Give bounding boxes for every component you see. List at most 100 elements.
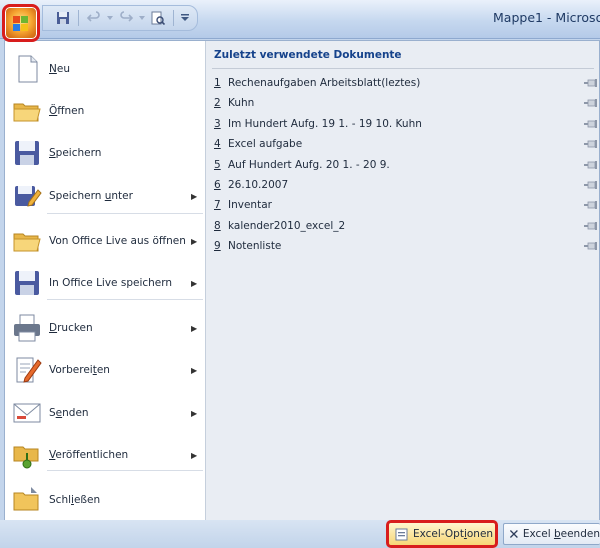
redo-icon[interactable] [116,8,136,28]
menu-item-label: Öffnen [49,105,85,117]
options-icon [395,528,408,541]
header-divider [212,68,594,69]
recent-document-item[interactable]: 3 Im Hundert Aufg. 19 1. - 19 10. Kuhn [214,115,598,135]
menu-separator [47,213,203,214]
menu-item-label: Senden [49,407,89,419]
menu-item-label: Veröffentlichen [49,449,129,461]
menu-item-label: In Office Live speichern [49,277,173,289]
recent-document-item[interactable]: 4 Excel aufgabe [214,135,598,155]
menu-item-label: Speichern [49,147,102,159]
save-icon[interactable] [53,8,73,28]
submenu-arrow-icon: ▶ [191,278,198,288]
menu-separator [47,299,203,300]
excel-options-button[interactable]: Excel-Optionen [386,520,498,548]
recent-document-number: 7 [214,199,221,212]
menu-item-3[interactable]: Speichern unter ▶ [5,176,205,216]
excel-options-label: Excel-Optionen [413,528,494,540]
qat-separator [173,10,174,26]
recent-document-item[interactable]: 2 Kuhn [214,94,598,114]
window-title: Mappe1 - Microsoft [493,10,600,25]
undo-dropdown-icon[interactable] [106,8,114,28]
pin-icon[interactable] [584,78,598,88]
recent-documents-header: Zuletzt verwendete Dokumente [214,49,402,61]
recent-document-name: Inventar [228,199,272,212]
pin-icon[interactable] [584,180,598,190]
recent-document-item[interactable]: 6 26.10.2007 [214,176,598,196]
menu-item-0[interactable]: Neu [5,49,205,89]
menu-footer: Excel-Optionen Excel beenden [0,520,600,548]
prepare-icon [11,354,43,386]
recent-document-name: Rechenaufgaben Arbeitsblatt(leztes) [228,77,421,89]
menu-item-label: Neu [49,63,70,75]
save-office-live-icon [11,267,43,299]
recent-document-number: 1 [214,77,221,89]
close-folder-icon [11,484,43,516]
office-menu: Neu Öffnen Speichern Speichern unter ▶ Von Of… [4,40,600,523]
menu-item-9[interactable]: Veröffentlichen ▶ [5,435,205,475]
recent-document-number: 5 [214,158,221,171]
menu-item-label: Drucken [49,322,93,334]
close-icon [509,530,518,538]
exit-excel-label: Excel beenden [522,528,600,540]
recent-document-item[interactable]: 8 kalender2010_excel_2 [214,217,598,237]
menu-item-label: Von Office Live aus öffnen [49,235,186,247]
publish-icon [11,439,43,471]
send-mail-icon [11,397,43,429]
submenu-arrow-icon: ▶ [191,191,198,201]
recent-document-number: 9 [214,240,221,253]
menu-item-2[interactable]: Speichern [5,133,205,173]
recent-document-item[interactable]: 1 Rechenaufgaben Arbeitsblatt(leztes) [214,74,598,94]
printer-icon [11,312,43,344]
submenu-arrow-icon: ▶ [191,365,198,375]
save-disk-icon [11,137,43,169]
undo-icon[interactable] [84,8,104,28]
qat-separator [78,10,79,26]
menu-separator [47,470,203,471]
pin-icon[interactable] [584,200,598,210]
menu-item-7[interactable]: Vorbereiten ▶ [5,350,205,390]
menu-item-label: Speichern unter [49,190,133,202]
pin-icon[interactable] [584,241,598,251]
pin-icon[interactable] [584,221,598,231]
recent-document-name: Auf Hundert Aufg. 20 1. - 20 9. [228,158,390,171]
recent-document-name: kalender2010_excel_2 [228,219,346,232]
office-logo-icon [13,16,28,31]
menu-item-5[interactable]: In Office Live speichern ▶ [5,263,205,303]
save-as-icon [11,180,43,212]
menu-item-4[interactable]: Von Office Live aus öffnen ▶ [5,221,205,261]
submenu-arrow-icon: ▶ [191,323,198,333]
menu-item-10[interactable]: Schließen [5,480,205,520]
pin-icon[interactable] [584,98,598,108]
recent-document-number: 3 [214,117,221,130]
open-folder-icon [11,95,43,127]
submenu-arrow-icon: ▶ [191,450,198,460]
redo-dropdown-icon[interactable] [138,8,146,28]
exit-excel-button[interactable]: Excel beenden [503,523,600,545]
recent-document-name: 26.10.2007 [228,179,289,191]
print-preview-icon[interactable] [148,8,168,28]
recent-document-number: 4 [214,138,221,151]
menu-item-label: Vorbereiten [49,364,110,376]
quick-access-toolbar [42,5,198,31]
menu-commands: Neu Öffnen Speichern Speichern unter ▶ Von Of… [5,41,206,522]
menu-item-1[interactable]: Öffnen [5,91,205,131]
pin-icon[interactable] [584,119,598,129]
pin-icon[interactable] [584,139,598,149]
menu-item-label: Schließen [49,494,101,506]
recent-document-name: Notenliste [228,240,282,253]
recent-document-item[interactable]: 9 Notenliste [214,237,598,257]
pin-icon[interactable] [584,160,598,170]
submenu-arrow-icon: ▶ [191,236,198,246]
recent-document-item[interactable]: 5 Auf Hundert Aufg. 20 1. - 20 9. [214,156,598,176]
submenu-arrow-icon: ▶ [191,408,198,418]
menu-item-6[interactable]: Drucken ▶ [5,308,205,348]
recent-document-number: 8 [214,219,221,232]
recent-documents-panel: Zuletzt verwendete Dokumente 1 Rechenaufg… [206,41,599,522]
recent-document-name: Excel aufgabe [228,138,303,151]
recent-document-name: Kuhn [228,97,255,110]
recent-document-item[interactable]: 7 Inventar [214,196,598,216]
open-office-live-icon [11,225,43,257]
office-button[interactable] [2,4,40,42]
customize-dropdown-icon[interactable] [179,8,191,28]
menu-item-8[interactable]: Senden ▶ [5,393,205,433]
